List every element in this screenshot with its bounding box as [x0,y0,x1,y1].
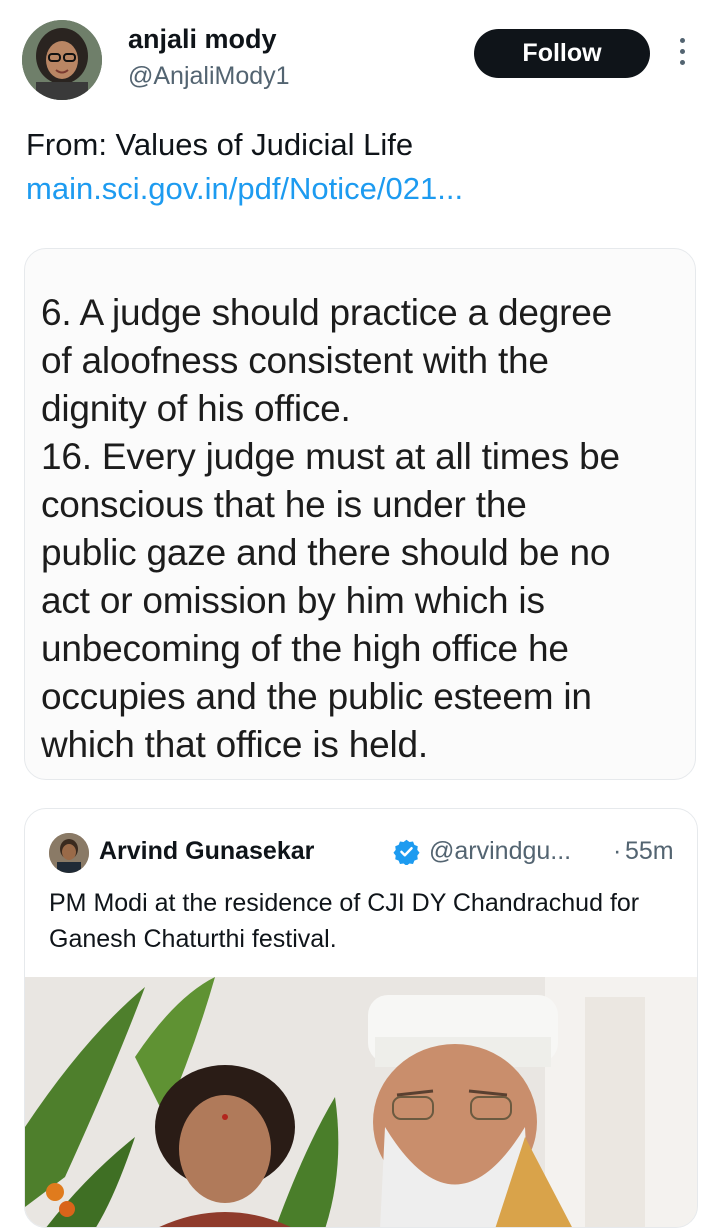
more-vertical-icon[interactable] [676,38,688,70]
media-text: 6. A judge should practice a degree of a… [41,292,620,765]
quoted-tweet-photo[interactable] [25,977,698,1228]
author-avatar[interactable] [22,20,102,100]
author-name[interactable]: anjali mody [128,24,277,55]
author-handle[interactable]: @AnjaliMody1 [128,62,290,91]
verified-badge-icon [393,839,420,865]
quoted-tweet[interactable]: Arvind Gunasekar @arvindgu... · 55m PM M… [24,808,698,1228]
follow-button[interactable]: Follow [474,29,650,78]
quoted-author-handle[interactable]: @arvindgu... [429,837,571,866]
tweet-text: From: Values of Judicial Life [26,127,414,162]
tweet-media-image[interactable]: 6. A judge should practice a degree of a… [24,248,696,780]
tweet-link[interactable]: main.sci.gov.in/pdf/Notice/021... [26,168,463,210]
quoted-timestamp[interactable]: 55m [625,837,674,866]
quoted-author-name[interactable]: Arvind Gunasekar [99,837,314,866]
quoted-author-avatar[interactable] [49,833,89,873]
quoted-tweet-text: PM Modi at the residence of CJI DY Chand… [49,889,640,953]
time-separator: · [613,837,622,865]
